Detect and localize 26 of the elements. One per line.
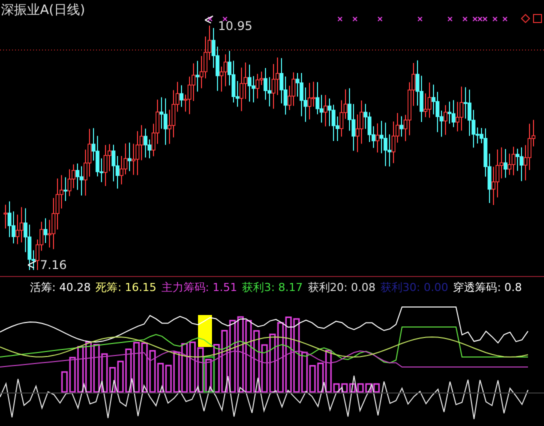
legend-value: 获利30: 0.00 — [380, 280, 448, 295]
legend-value: 穿透筹码: 0.8 — [453, 280, 522, 295]
arrow-marker — [204, 16, 214, 24]
cross-marker — [492, 16, 498, 22]
square-icon[interactable] — [533, 14, 542, 23]
legend-value: 主力筹码: 1.51 — [161, 280, 238, 295]
legend-value: 获利20: 0.08 — [308, 280, 376, 295]
histogram-bar — [198, 315, 212, 347]
legend-value: 死筹: 16.15 — [96, 280, 156, 295]
chart-title: 深振业A(日线) — [1, 2, 86, 19]
cross-marker — [462, 16, 468, 22]
histogram-bar — [203, 356, 215, 393]
cross-marker — [378, 16, 382, 22]
price-label: 7.16 — [40, 258, 67, 272]
diamond-icon[interactable] — [521, 14, 530, 23]
arrow-marker — [28, 260, 36, 268]
legend-value: 获利3: 8.17 — [242, 280, 303, 295]
cross-marker — [418, 16, 422, 22]
legend-value: 活筹: 40.28 — [30, 280, 91, 295]
cross-marker — [222, 16, 228, 22]
cross-marker — [448, 16, 452, 22]
cross-marker — [352, 16, 358, 22]
price-label: 10.95 — [218, 19, 252, 33]
cross-marker — [208, 16, 212, 22]
cross-marker — [502, 16, 508, 22]
cross-marker — [338, 16, 342, 22]
